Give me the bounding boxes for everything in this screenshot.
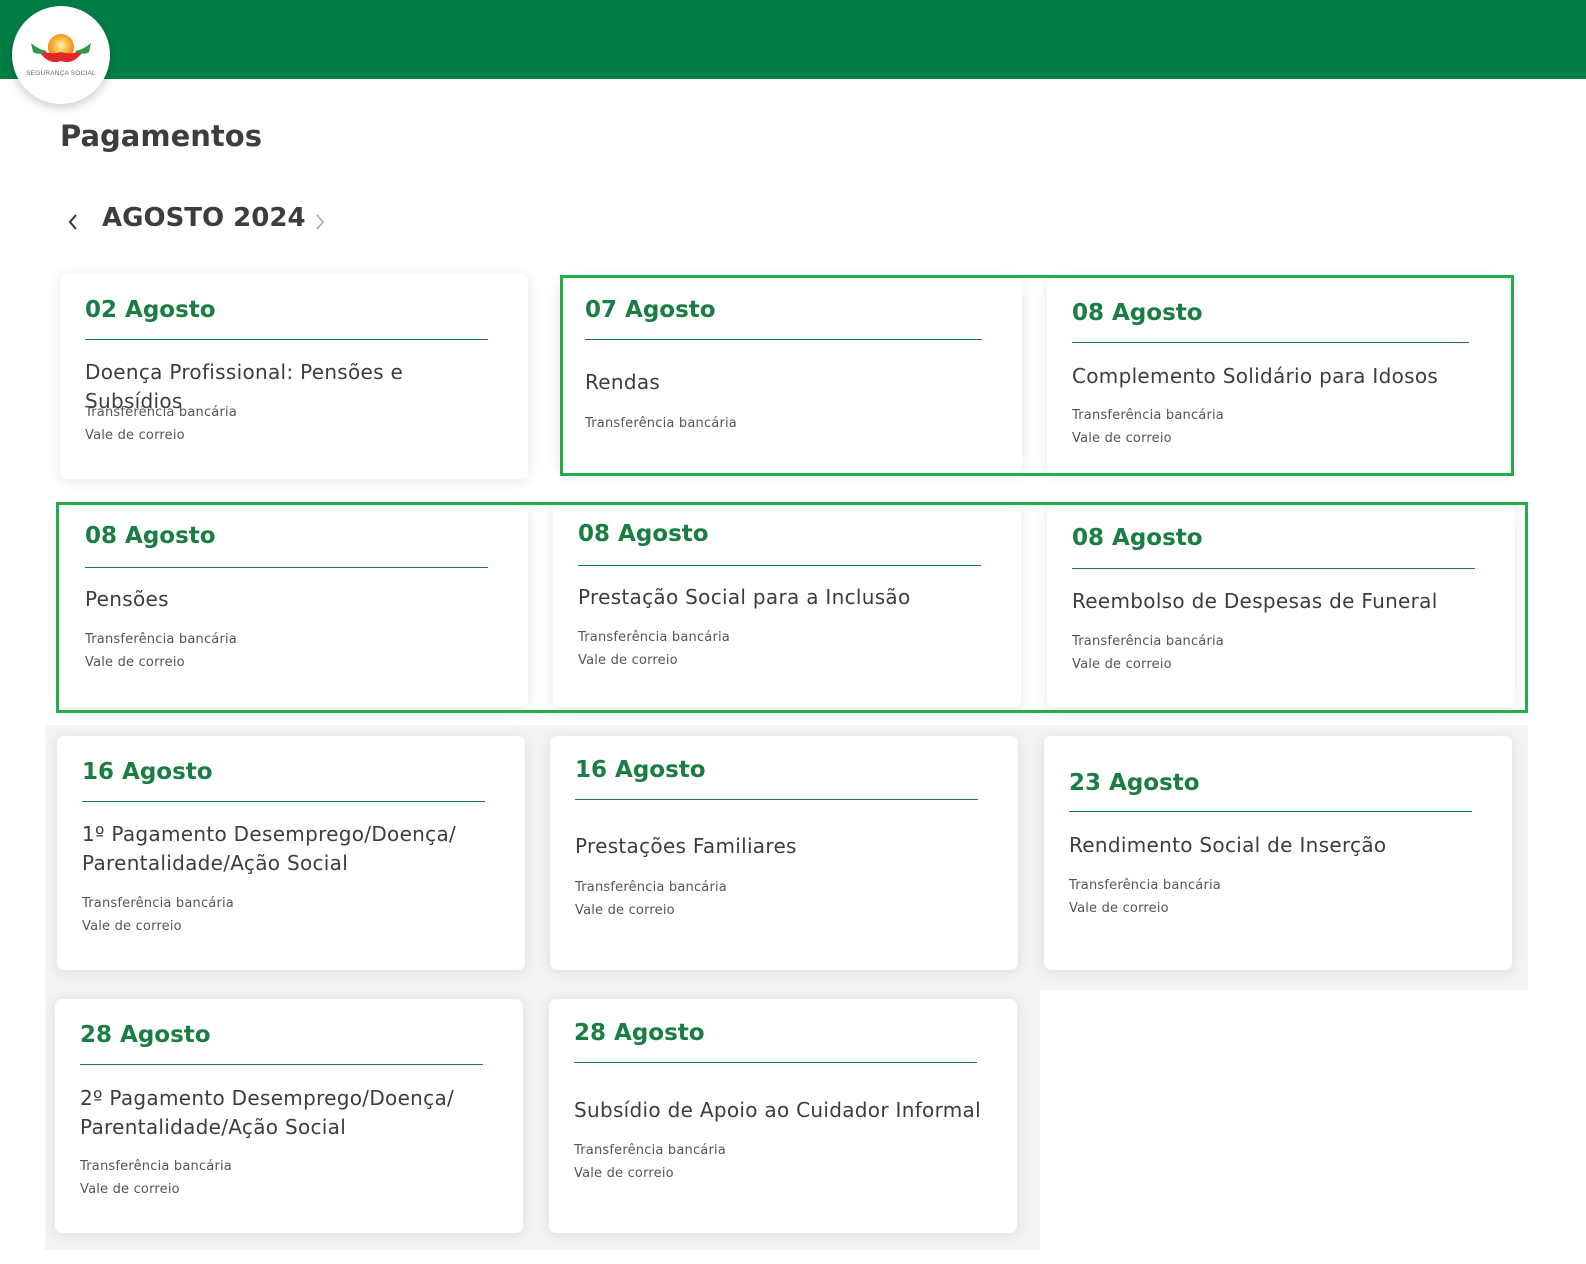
payment-date: 28 Agosto: [574, 1020, 705, 1046]
payment-method: Transferência bancária: [1069, 878, 1221, 893]
date-divider: [1069, 811, 1472, 812]
payment-date: 28 Agosto: [80, 1022, 211, 1048]
payment-card[interactable]: 07 Agosto Rendas Transferência bancária: [560, 278, 1022, 473]
payment-date: 08 Agosto: [1072, 300, 1203, 326]
date-divider: [574, 1062, 977, 1063]
payment-card[interactable]: 08 Agosto Reembolso de Despesas de Funera…: [1047, 505, 1515, 707]
payment-date: 16 Agosto: [82, 759, 213, 785]
date-divider: [80, 1064, 483, 1065]
payment-date: 08 Agosto: [578, 521, 709, 547]
payment-title: Pensões: [85, 587, 169, 611]
payment-card[interactable]: 16 Agosto Prestações Familiares Transferên…: [550, 736, 1018, 970]
prev-month-button[interactable]: [61, 210, 85, 234]
payment-date: 16 Agosto: [575, 757, 706, 783]
payment-title: Complemento Solidário para Idosos: [1072, 364, 1439, 388]
payment-method: Transferência bancária: [82, 896, 234, 911]
date-divider: [85, 339, 488, 340]
payment-method: Transferência bancária: [578, 630, 730, 645]
payment-card[interactable]: 08 Agosto Complemento Solidário para Idos…: [1047, 278, 1509, 473]
payment-title: 1º Pagamento Desemprego/Doença/ Parental…: [82, 822, 457, 875]
payment-card[interactable]: 28 Agosto 2º Pagamento Desemprego/Doença/…: [55, 999, 523, 1233]
payment-method: Transferência bancária: [1072, 408, 1224, 423]
payment-method: Transferência bancária: [1072, 634, 1224, 649]
payment-method: Vale de correio: [575, 903, 675, 918]
payment-date: 08 Agosto: [1072, 525, 1203, 551]
payment-method: Transferência bancária: [80, 1159, 232, 1174]
chevron-right-icon: [316, 214, 325, 230]
payment-card[interactable]: 28 Agosto Subsídio de Apoio ao Cuidador I…: [549, 999, 1017, 1233]
current-month-label: AGOSTO 2024: [102, 203, 306, 233]
payment-method: Transferência bancária: [585, 416, 737, 431]
date-divider: [578, 565, 981, 566]
payment-title: Prestações Familiares: [575, 834, 797, 858]
payment-method: Vale de correio: [85, 428, 185, 443]
payment-title: Rendas: [585, 370, 661, 394]
payment-title: Rendimento Social de Inserção: [1069, 833, 1387, 857]
payment-date: 07 Agosto: [585, 297, 716, 323]
payment-card[interactable]: 08 Agosto Pensões Transferência bancária Va…: [60, 505, 528, 707]
payment-method: Vale de correio: [1072, 657, 1172, 672]
payment-date: 02 Agosto: [85, 297, 216, 323]
payment-date: 08 Agosto: [85, 523, 216, 549]
payment-method: Transferência bancária: [575, 880, 727, 895]
payment-method: Transferência bancária: [85, 405, 237, 420]
date-divider: [575, 799, 978, 800]
payment-date: 23 Agosto: [1069, 770, 1200, 796]
top-header-bar: [0, 0, 1586, 79]
payment-method: Vale de correio: [1069, 901, 1169, 916]
payment-method: Vale de correio: [80, 1182, 180, 1197]
page-title: Pagamentos: [60, 119, 262, 153]
payment-method: Transferência bancária: [574, 1143, 726, 1158]
payment-card[interactable]: 23 Agosto Rendimento Social de Inserção Tr…: [1044, 736, 1512, 970]
next-month-button[interactable]: [308, 210, 332, 234]
date-divider: [1072, 342, 1469, 343]
payment-method: Vale de correio: [574, 1166, 674, 1181]
payment-title: Subsídio de Apoio ao Cuidador Informal: [574, 1098, 981, 1122]
payment-method: Vale de correio: [85, 655, 185, 670]
logo-text: SEGURANÇA SOCIAL: [26, 70, 96, 77]
payment-method: Vale de correio: [578, 653, 678, 668]
payment-method: Transferência bancária: [85, 632, 237, 647]
payment-method: Vale de correio: [1072, 431, 1172, 446]
payment-title: 2º Pagamento Desemprego/Doença/ Parental…: [80, 1086, 455, 1139]
payment-card[interactable]: 16 Agosto 1º Pagamento Desemprego/Doença/…: [57, 736, 525, 970]
payment-method: Vale de correio: [82, 919, 182, 934]
date-divider: [82, 801, 485, 802]
payment-card[interactable]: 02 Agosto Doença Profissional: Pensões e …: [60, 274, 528, 479]
payment-title: Prestação Social para a Inclusão: [578, 585, 911, 609]
chevron-left-icon: [68, 214, 77, 230]
seguranca-social-logo[interactable]: SEGURANÇA SOCIAL: [12, 6, 110, 104]
logo-sun-icon: [31, 34, 91, 63]
payment-card[interactable]: 08 Agosto Prestação Social para a Inclusã…: [553, 505, 1021, 707]
date-divider: [1072, 568, 1475, 569]
date-divider: [585, 339, 982, 340]
payment-title: Reembolso de Despesas de Funeral: [1072, 589, 1438, 613]
date-divider: [85, 567, 488, 568]
